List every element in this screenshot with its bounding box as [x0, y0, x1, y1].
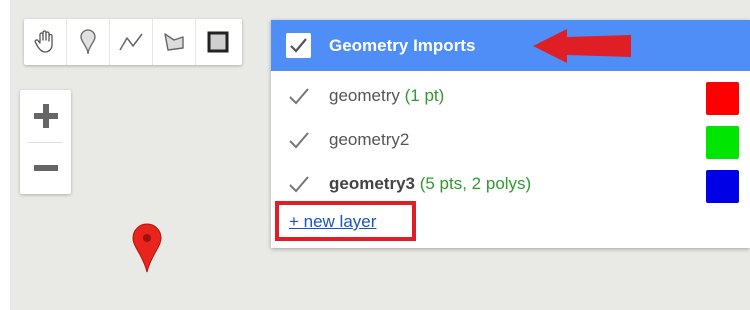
layer-name: geometry3	[329, 174, 415, 193]
layer-label: geometry (1 pt)	[329, 86, 444, 106]
hand-icon	[34, 30, 53, 53]
plus-icon	[33, 104, 58, 128]
zoom-out-button[interactable]	[20, 142, 71, 194]
line-tool-button[interactable]	[110, 19, 153, 65]
layer-row-geometry[interactable]: geometry (1 pt)	[271, 74, 750, 118]
geometry-imports-panel: Geometry Imports geometry (1 pt) geometr…	[271, 20, 750, 248]
rectangle-icon	[207, 31, 228, 53]
checkmark-icon[interactable]	[286, 127, 312, 153]
layer-count: (1 pt)	[404, 86, 445, 105]
point-tool-button[interactable]	[67, 19, 110, 65]
layer-name: geometry2	[329, 130, 410, 149]
zoom-in-button[interactable]	[20, 90, 71, 142]
polyline-icon	[119, 33, 143, 51]
zoom-control	[20, 90, 71, 194]
checkmark-icon[interactable]	[286, 83, 312, 109]
layer-row-geometry3[interactable]: geometry3 (5 pts, 2 polys)	[271, 162, 750, 206]
new-layer-highlight: + new layer	[275, 201, 416, 241]
geometry-imports-header[interactable]: Geometry Imports	[271, 20, 750, 71]
map-marker[interactable]	[130, 222, 164, 279]
pan-tool-button[interactable]	[24, 19, 67, 65]
layer-name: geometry	[329, 86, 400, 105]
red-arrow-annotation	[533, 29, 631, 63]
geometry-imports-title: Geometry Imports	[329, 36, 476, 55]
geometry-imports-checkbox[interactable]	[286, 33, 311, 58]
rectangle-tool-button[interactable]	[196, 19, 239, 65]
drawing-toolbar	[24, 19, 242, 65]
minus-icon	[33, 165, 58, 171]
layer-row-geometry2[interactable]: geometry2	[271, 118, 750, 162]
layer-label: geometry3 (5 pts, 2 polys)	[329, 174, 531, 194]
marker-pin-icon	[80, 29, 96, 55]
layer-color-swatch[interactable]	[706, 82, 739, 115]
layer-color-swatch[interactable]	[706, 170, 739, 203]
layer-count: (5 pts, 2 polys)	[419, 174, 532, 193]
checkmark-icon	[290, 38, 307, 53]
map-marker-icon	[132, 223, 162, 273]
layer-label: geometry2	[329, 130, 409, 150]
new-layer-link[interactable]: + new layer	[289, 212, 376, 232]
layer-color-swatch[interactable]	[706, 126, 739, 159]
polygon-tool-button[interactable]	[153, 19, 196, 65]
checkmark-icon[interactable]	[286, 171, 312, 197]
polygon-icon	[164, 33, 184, 51]
